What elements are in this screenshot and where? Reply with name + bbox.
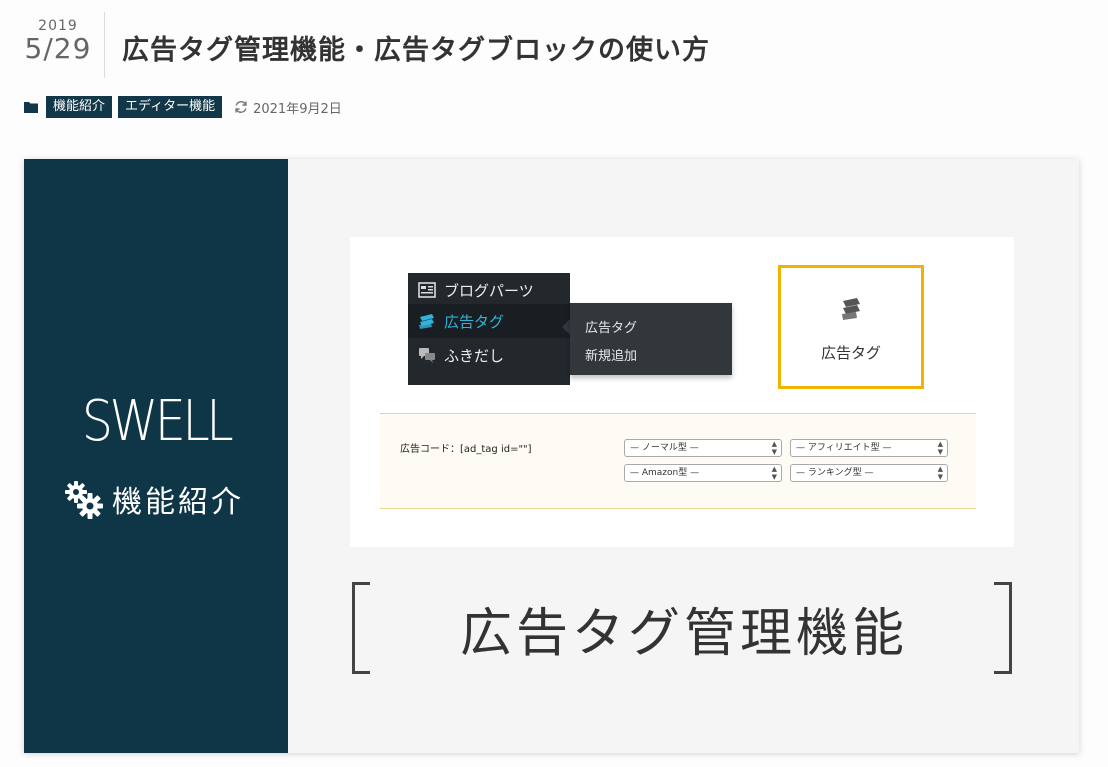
wp-submenu: 広告タグ 新規追加 xyxy=(570,303,732,375)
feature-label: 機能紹介 xyxy=(112,485,244,520)
folder-icon xyxy=(24,102,38,113)
date-divider xyxy=(104,12,105,78)
thumbnail-big-title: 広告タグ管理機能 xyxy=(459,604,908,664)
select-label: — ノーマル型 — xyxy=(630,443,699,453)
ad-tag-icon xyxy=(419,314,434,329)
category-badge-features[interactable]: 機能紹介 xyxy=(46,96,113,118)
wp-submenu-item-add-new: 新規追加 xyxy=(585,349,638,364)
screenshot-card: ブログパーツ 広告タグ ふきだし 広告タグ 新規追加 広告タグ 広告コード：[a… xyxy=(350,237,1014,547)
ad-tag-block-icon xyxy=(842,298,860,320)
wp-menu-item-blog-parts: ブログパーツ xyxy=(408,273,570,307)
wp-menu-label: 広告タグ xyxy=(444,312,505,331)
submenu-pointer xyxy=(562,319,570,335)
select-arrows-icon: ▲ ▼ xyxy=(771,465,777,481)
thumbnail-left-panel: SWELL 機能紹介 xyxy=(24,159,288,753)
ad-code-label: 広告コード：[ad_tag id=""] xyxy=(400,444,532,455)
post-meta: 機能紹介 エディター機能 2021年9月2日 xyxy=(24,94,342,120)
post-title: 広告タグ管理機能・広告タグブロックの使い方 xyxy=(122,35,710,66)
updated-date: 2021年9月2日 xyxy=(253,101,342,117)
post-date-month-day: 5/29 xyxy=(24,32,92,65)
ad-tag-block-preview: 広告タグ xyxy=(778,265,924,389)
feature-heading: 機能紹介 xyxy=(62,477,244,521)
ad-tag-block-label: 広告タグ xyxy=(820,344,881,362)
blog-parts-icon xyxy=(418,282,436,298)
wp-admin-menu: ブログパーツ 広告タグ ふきだし xyxy=(408,273,570,385)
post-date: 2019 5/29 xyxy=(18,18,98,65)
select-arrows-icon: ▲ ▼ xyxy=(937,440,943,456)
select-arrows-icon: ▲ ▼ xyxy=(771,440,777,456)
wp-submenu-item-ad-tag: 広告タグ xyxy=(585,321,638,336)
wp-menu-label: ふきだし xyxy=(444,346,505,365)
wp-menu-item-ad-tag: 広告タグ xyxy=(408,304,570,338)
gears-icon xyxy=(65,481,103,519)
left-bracket xyxy=(352,582,370,674)
speech-bubble-icon xyxy=(419,348,435,363)
refresh-icon xyxy=(235,101,247,113)
ad-code-panel: 広告コード：[ad_tag id=""] — ノーマル型 — ▲ ▼ — アフィリ… xyxy=(380,413,976,509)
select-label: — アフィリエイト型 — xyxy=(796,443,892,453)
select-normal-type: — ノーマル型 — ▲ ▼ xyxy=(624,439,782,457)
right-bracket xyxy=(994,582,1012,674)
post-thumbnail: SWELL 機能紹介 ブログパーツ 広告タグ ふきだし 広告タグ 新規追加 広告… xyxy=(24,159,1079,753)
swell-logo: SWELL xyxy=(81,389,234,454)
select-amazon-type: — Amazon型 — ▲ ▼ xyxy=(624,464,782,482)
thumbnail-right-panel: ブログパーツ 広告タグ ふきだし 広告タグ 新規追加 広告タグ 広告コード：[a… xyxy=(288,159,1079,753)
select-affiliate-type: — アフィリエイト型 — ▲ ▼ xyxy=(790,439,948,457)
select-ranking-type: — ランキング型 — ▲ ▼ xyxy=(790,464,948,482)
category-badge-editor[interactable]: エディター機能 xyxy=(118,96,223,118)
select-arrows-icon: ▲ ▼ xyxy=(937,465,943,481)
post-header: 2019 5/29 広告タグ管理機能・広告タグブロックの使い方 xyxy=(0,0,1108,92)
wp-menu-item-speech-bubble: ふきだし xyxy=(408,338,570,372)
select-label: — Amazon型 — xyxy=(630,468,700,478)
select-label: — ランキング型 — xyxy=(796,468,874,478)
wp-menu-label: ブログパーツ xyxy=(444,281,534,300)
